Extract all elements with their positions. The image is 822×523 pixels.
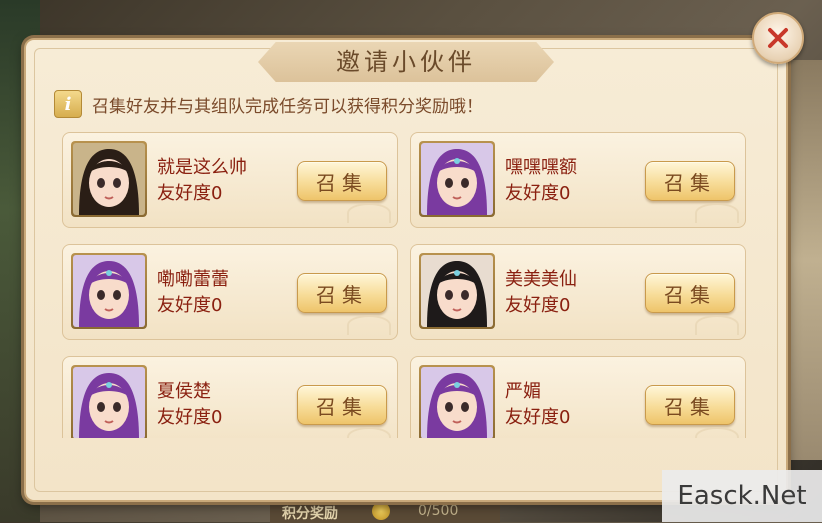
points-reward-label: 积分奖励 [282, 506, 338, 522]
summon-button[interactable]: 召集 [297, 161, 387, 201]
friend-card: 严媚 友好度0 召集 [410, 356, 746, 438]
avatar [419, 365, 495, 438]
friend-name: 嘿嘿嘿额 [505, 157, 577, 178]
friend-name: 就是这么帅 [157, 157, 247, 178]
friend-name: 夏侯楚 [157, 381, 211, 402]
friendship-value: 友好度0 [157, 295, 223, 316]
avatar-image [421, 367, 493, 438]
avatar-image [73, 255, 145, 327]
friend-name: 严媚 [505, 381, 541, 402]
invite-dialog: 邀请小伙伴 i 召集好友并与其组队完成任务可以获得积分奖励哦！ 就是这么帅 友好… [24, 38, 788, 502]
info-icon: i [54, 90, 82, 118]
avatar [71, 365, 147, 438]
summon-button[interactable]: 召集 [645, 161, 735, 201]
summon-button[interactable]: 召集 [645, 273, 735, 313]
points-reward-value: 0/500 [418, 503, 459, 519]
friendship-value: 友好度0 [157, 183, 223, 204]
friend-card: 就是这么帅 友好度0 召集 [62, 132, 398, 228]
info-row: i 召集好友并与其组队完成任务可以获得积分奖励哦！ [54, 90, 483, 118]
avatar-image [73, 143, 145, 215]
friendship-value: 友好度0 [505, 295, 571, 316]
avatar-image [421, 255, 493, 327]
coin-icon [372, 502, 390, 520]
avatar [419, 253, 495, 329]
close-button[interactable] [752, 12, 804, 64]
avatar [71, 253, 147, 329]
avatar-image [421, 143, 493, 215]
friendship-value: 友好度0 [157, 407, 223, 428]
avatar-image [73, 367, 145, 438]
close-icon [768, 28, 788, 48]
friend-list[interactable]: 就是这么帅 友好度0 召集 嘿嘿嘿额 友好度0 召集 嘞嘞蕾蕾 友好度0 召集 [62, 132, 752, 438]
avatar [71, 141, 147, 217]
info-text: 召集好友并与其组队完成任务可以获得积分奖励哦！ [92, 96, 483, 117]
friend-card: 夏侯楚 友好度0 召集 [62, 356, 398, 438]
summon-button[interactable]: 召集 [297, 273, 387, 313]
friend-name: 美美美仙 [505, 269, 577, 290]
friend-card: 美美美仙 友好度0 召集 [410, 244, 746, 340]
friend-name: 嘞嘞蕾蕾 [157, 269, 229, 290]
watermark: Easck.Net [662, 470, 822, 522]
friend-card: 嘞嘞蕾蕾 友好度0 召集 [62, 244, 398, 340]
friendship-value: 友好度0 [505, 183, 571, 204]
dialog-title: 邀请小伙伴 [336, 48, 476, 76]
friendship-value: 友好度0 [505, 407, 571, 428]
summon-button[interactable]: 召集 [297, 385, 387, 425]
avatar [419, 141, 495, 217]
summon-button[interactable]: 召集 [645, 385, 735, 425]
friend-card: 嘿嘿嘿额 友好度0 召集 [410, 132, 746, 228]
